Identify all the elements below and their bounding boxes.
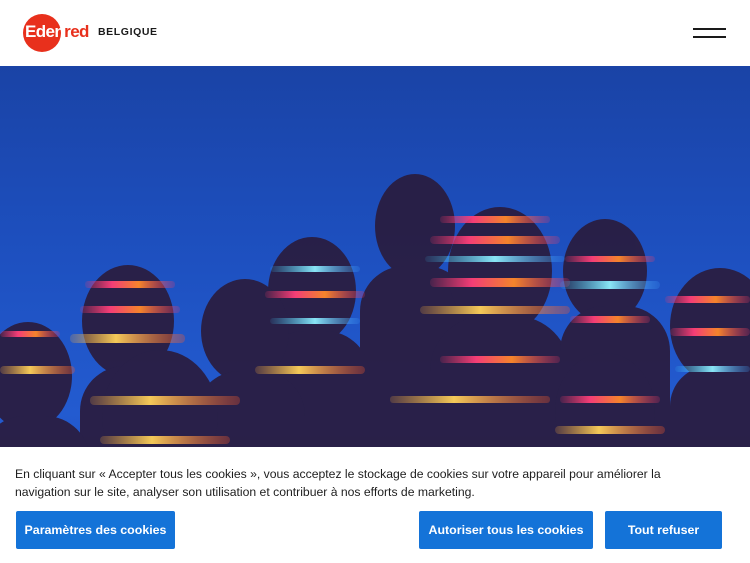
country-label: BELGIQUE bbox=[98, 26, 158, 38]
cookie-banner: En cliquant sur « Accepter tous les cook… bbox=[0, 447, 750, 563]
hamburger-menu-icon[interactable] bbox=[691, 24, 727, 42]
menu-line bbox=[693, 28, 726, 30]
menu-line bbox=[693, 36, 726, 38]
edenred-logo[interactable]: Edenred bbox=[23, 14, 89, 52]
cookie-settings-button[interactable]: Paramètres des cookies bbox=[16, 511, 175, 549]
cookie-text-line: navigation sur le site, analyser son uti… bbox=[15, 485, 475, 499]
cookie-text-line: En cliquant sur « Accepter tous les cook… bbox=[15, 467, 661, 481]
accept-all-cookies-button[interactable]: Autoriser tous les cookies bbox=[419, 511, 593, 549]
cookie-consent-text: En cliquant sur « Accepter tous les cook… bbox=[15, 465, 715, 501]
site-header: Edenred BELGIQUE bbox=[0, 0, 750, 66]
page: Edenred BELGIQUE En cliquant sur « Accep… bbox=[0, 0, 750, 563]
refuse-all-cookies-button[interactable]: Tout refuser bbox=[605, 511, 722, 549]
logo-text: Edenred bbox=[25, 22, 89, 41]
